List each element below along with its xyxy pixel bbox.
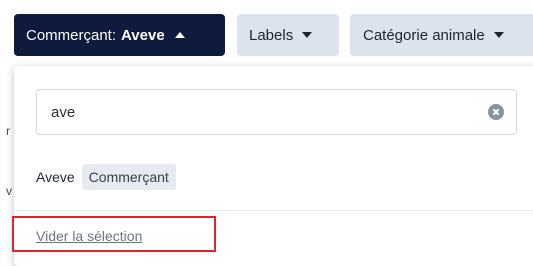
clear-selection-link[interactable]: Vider la sélection	[36, 228, 142, 244]
labels-filter-button[interactable]: Labels	[237, 14, 339, 56]
caret-up-icon	[174, 32, 185, 38]
merchant-dropdown-panel: Aveve Commerçant Vider la sélection	[14, 66, 533, 266]
merchant-filter-value: Aveve	[121, 26, 165, 44]
merchant-filter-label: Commerçant:	[26, 26, 117, 44]
background-text-fragment: r	[6, 124, 10, 138]
merchant-filter-button[interactable]: Commerçant: Aveve	[14, 14, 225, 56]
divider	[14, 210, 533, 211]
animal-category-filter-button[interactable]: Catégorie animale	[350, 14, 533, 56]
option-type-badge: Commerçant	[81, 164, 176, 190]
option-item[interactable]: Aveve Commerçant	[36, 162, 176, 192]
background-text-fragment: v	[6, 184, 12, 198]
caret-down-icon	[302, 32, 313, 38]
option-name: Aveve	[36, 169, 75, 185]
clear-search-icon[interactable]	[488, 104, 504, 120]
animal-category-filter-label: Catégorie animale	[363, 26, 485, 44]
labels-filter-label: Labels	[249, 26, 294, 44]
search-input[interactable]	[51, 103, 488, 121]
caret-down-icon	[493, 32, 504, 38]
search-field[interactable]	[36, 89, 517, 135]
